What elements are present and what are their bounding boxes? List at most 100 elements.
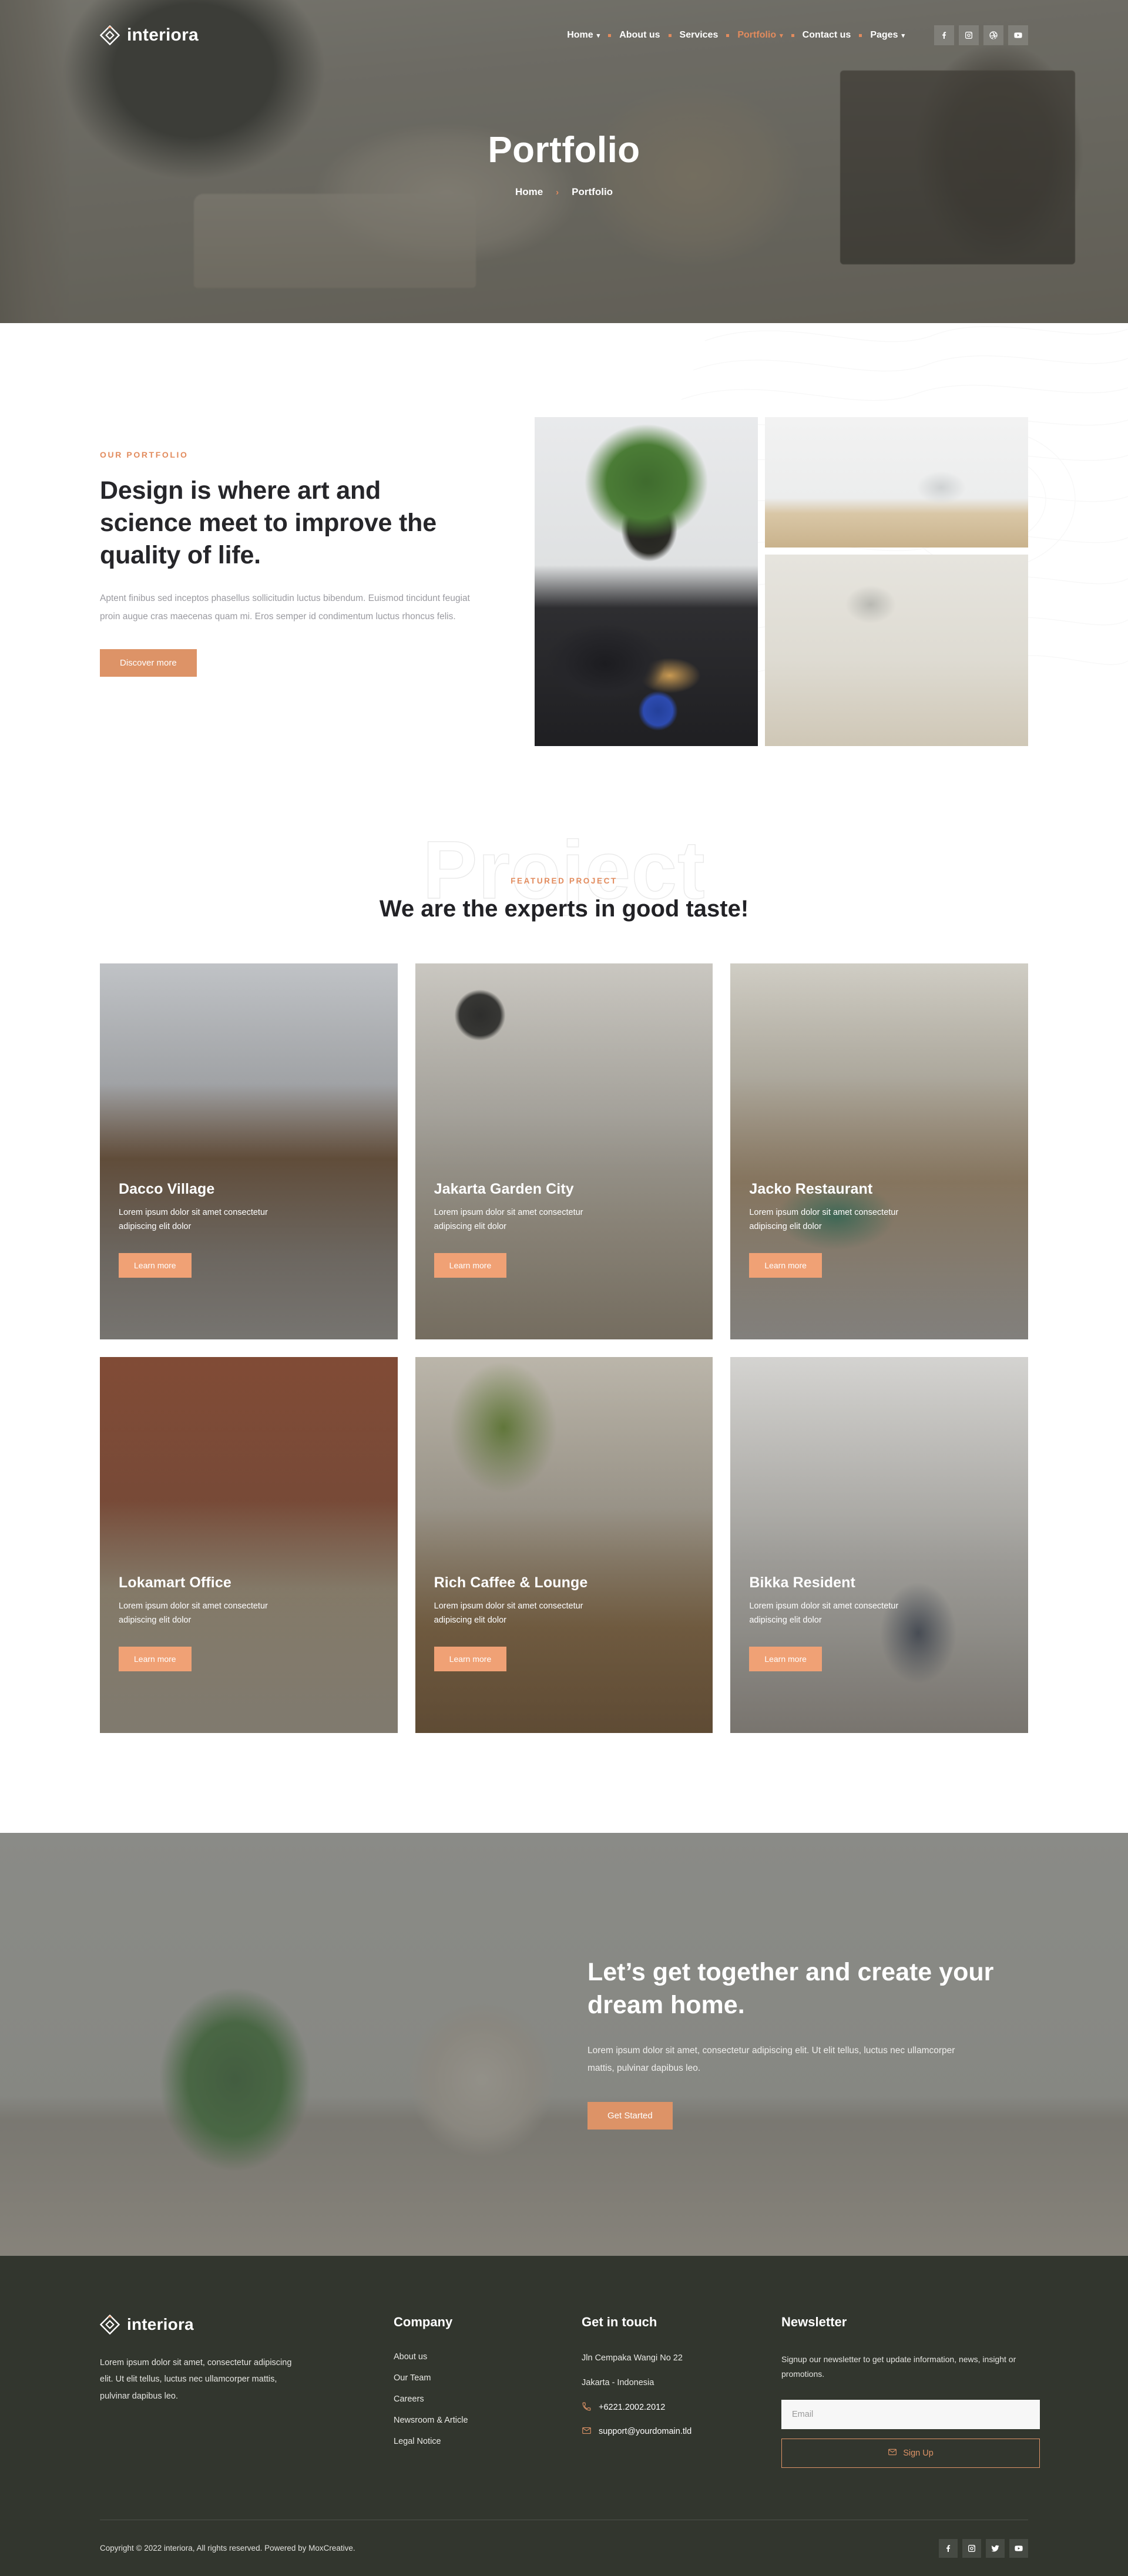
discover-more-button[interactable]: Discover more [100,649,197,677]
youtube-icon[interactable] [1008,25,1028,45]
diamond-logo-icon [99,2314,120,2335]
footer-address-line-1: Jln Cempaka Wangi No 22 [582,2353,683,2363]
moodboard-photo[interactable] [765,555,1028,746]
footer-logo[interactable]: interiora [99,2314,394,2335]
nav-label: About us [619,30,660,40]
instagram-icon[interactable] [959,25,979,45]
facebook-icon[interactable] [934,25,954,45]
card-overlay [415,963,713,1339]
learn-more-button[interactable]: Learn more [119,1252,192,1278]
nav-item-pages[interactable]: Pages ▾ [862,30,913,41]
card-body: Bikka Resident Lorem ipsum dolor sit ame… [749,1574,1009,1671]
chevron-down-icon: ▾ [780,32,783,39]
featured-projects-section: Project FEATURED PROJECT We are the expe… [0,817,1128,1833]
learn-more-button[interactable]: Learn more [434,1252,507,1278]
intro-eyebrow: OUR PORTFOLIO [100,450,189,459]
site-logo[interactable]: interiora [99,25,199,46]
project-title: Jacko Restaurant [749,1181,873,1197]
instagram-icon[interactable] [962,2538,981,2558]
footer-description: Lorem ipsum dolor sit amet, consectetur … [100,2358,292,2401]
learn-more-button[interactable]: Learn more [749,1252,822,1278]
learn-more-button[interactable]: Learn more [749,1646,822,1671]
project-title: Rich Caffee & Lounge [434,1574,588,1591]
project-card[interactable]: Lokamart Office Lorem ipsum dolor sit am… [100,1357,398,1733]
footer-newsletter-title: Newsletter [781,2315,847,2329]
twitter-icon[interactable] [986,2538,1005,2558]
project-description: Lorem ipsum dolor sit amet consectetur a… [434,1601,583,1625]
footer-email[interactable]: support@yourdomain.tld [582,2426,781,2438]
diamond-logo-icon [99,25,120,46]
project-cards-grid: Dacco Village Lorem ipsum dolor sit amet… [100,963,1028,1733]
breadcrumb-current: Portfolio [572,186,613,197]
envelope-icon [582,2426,592,2438]
project-card[interactable]: Dacco Village Lorem ipsum dolor sit amet… [100,963,398,1339]
copyright-text: Copyright © 2022 interiora, All rights r… [100,2544,355,2553]
footer-bottom-bar: Copyright © 2022 interiora, All rights r… [100,2520,1028,2576]
youtube-icon[interactable] [1009,2538,1028,2558]
main-navbar: interiora Home ▾ About us Services Portf… [0,0,1128,70]
breadcrumb-home[interactable]: Home [515,186,543,198]
nav-item-portfolio[interactable]: Portfolio ▾ [729,30,791,41]
cta-paragraph: Lorem ipsum dolor sit amet, consectetur … [588,2045,955,2073]
project-description: Lorem ipsum dolor sit amet consectetur a… [119,1208,268,1231]
logo-text: interiora [127,25,199,45]
project-title: Bikka Resident [749,1574,855,1591]
nav-label: Contact us [802,30,851,40]
footer-brand-column: interiora Lorem ipsum dolor sit amet, co… [99,2314,394,2468]
footer-email-text: support@yourdomain.tld [599,2427,692,2436]
hero-content: Portfolio Home › Portfolio [0,70,1128,198]
footer-phone[interactable]: +6221.2002.2012 [582,2402,781,2414]
footer-link-legal-notice[interactable]: Legal Notice [394,2437,582,2446]
facebook-icon[interactable] [939,2538,958,2558]
project-description: Lorem ipsum dolor sit amet consectetur a… [749,1208,899,1231]
phone-icon [582,2402,592,2414]
header-social-links [934,25,1028,45]
kitchen-dining-photo[interactable] [535,417,758,746]
get-started-button[interactable]: Get Started [588,2102,673,2130]
white-shelf-photo[interactable] [765,417,1028,548]
nav-item-services[interactable]: Services [672,30,727,41]
breadcrumb-separator-icon: › [556,187,559,197]
card-overlay [730,963,1028,1339]
learn-more-button[interactable]: Learn more [434,1646,507,1671]
card-overlay [100,963,398,1339]
nav-item-home[interactable]: Home ▾ [559,30,608,41]
footer-columns: interiora Lorem ipsum dolor sit amet, co… [99,2314,1040,2468]
dribbble-icon[interactable] [983,25,1003,45]
cta-heading: Let’s get together and create your dream… [588,1958,994,2019]
project-card[interactable]: Jakarta Garden City Lorem ipsum dolor si… [415,963,713,1339]
footer-social-links [939,2538,1028,2558]
project-card[interactable]: Rich Caffee & Lounge Lorem ipsum dolor s… [415,1357,713,1733]
chevron-down-icon: ▾ [901,32,905,39]
project-card[interactable]: Bikka Resident Lorem ipsum dolor sit ame… [730,1357,1028,1733]
project-title: Jakarta Garden City [434,1181,574,1197]
page-title: Portfolio [488,130,640,170]
nav-label: Pages [870,30,898,40]
footer-link-our-team[interactable]: Our Team [394,2373,582,2383]
footer-logo-text: interiora [127,2315,194,2333]
project-description: Lorem ipsum dolor sit amet consectetur a… [749,1601,899,1625]
footer-company-title: Company [394,2315,453,2329]
project-card[interactable]: Jacko Restaurant Lorem ipsum dolor sit a… [730,963,1028,1339]
card-body: Lokamart Office Lorem ipsum dolor sit am… [119,1574,379,1671]
nav-item-about-us[interactable]: About us [611,30,668,41]
footer-link-about-us[interactable]: About us [394,2352,582,2362]
learn-more-button[interactable]: Learn more [119,1646,192,1671]
cta-content: Let’s get together and create your dream… [588,1956,1010,2130]
footer-contact-title: Get in touch [582,2315,657,2329]
hero-banner: interiora Home ▾ About us Services Portf… [0,0,1128,323]
cta-section: Let’s get together and create your dream… [0,1833,1128,2256]
footer-company-column: Company About us Our Team Careers Newsro… [394,2315,582,2468]
portfolio-intro-section: OUR PORTFOLIO Design is where art and sc… [0,323,1128,817]
nav-item-contact-us[interactable]: Contact us [794,30,860,41]
footer-link-newsroom-article[interactable]: Newsroom & Article [394,2416,582,2425]
newsletter-email-input[interactable] [781,2400,1040,2429]
footer-link-careers[interactable]: Careers [394,2394,582,2404]
nav-menu: Home ▾ About us Services Portfolio ▾ Con… [559,30,913,41]
newsletter-signup-button[interactable]: Sign Up [781,2439,1040,2468]
card-overlay [100,1357,398,1733]
footer-phone-text: +6221.2002.2012 [599,2403,666,2412]
breadcrumb: Home › Portfolio [0,186,1128,198]
intro-heading: Design is where art and science meet to … [100,476,437,570]
project-title: Dacco Village [119,1181,215,1197]
